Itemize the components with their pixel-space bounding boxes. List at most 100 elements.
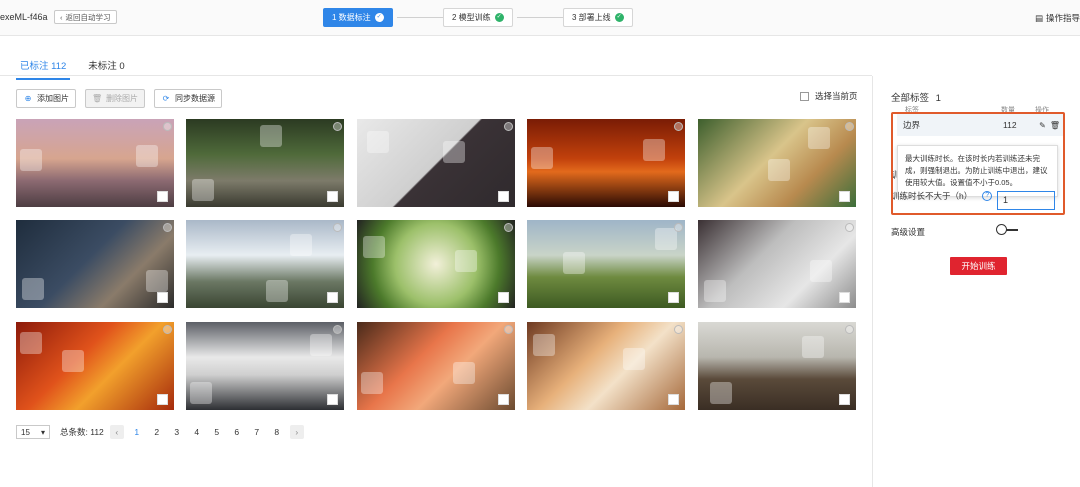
- page-5[interactable]: 5: [210, 427, 224, 437]
- step-label: 2 模型训练: [452, 13, 491, 22]
- image-tile[interactable]: [698, 322, 856, 410]
- image-tile[interactable]: [186, 322, 344, 410]
- puzzle-piece-overlay: [704, 280, 726, 302]
- puzzle-piece-overlay: [22, 278, 44, 300]
- image-tile[interactable]: [527, 119, 685, 207]
- image-checkbox[interactable]: [839, 292, 850, 303]
- image-checkbox[interactable]: [498, 292, 509, 303]
- step-deployment[interactable]: 3 部署上线 ✓: [563, 8, 633, 27]
- puzzle-piece-overlay: [266, 280, 288, 302]
- image-radio[interactable]: [333, 325, 342, 334]
- image-checkbox[interactable]: [668, 394, 679, 405]
- top-bar: exeML-f46a ‹ 返回自动学习 1 数据标注 ✓ 2 模型训练 ✓ 3 …: [0, 0, 1080, 36]
- tabs-divider: [0, 75, 872, 76]
- image-tile[interactable]: [186, 220, 344, 308]
- image-checkbox[interactable]: [498, 394, 509, 405]
- image-radio[interactable]: [333, 223, 342, 232]
- puzzle-piece-overlay: [808, 127, 830, 149]
- tab-unlabeled[interactable]: 未标注 0: [84, 58, 128, 80]
- advanced-settings-toggle[interactable]: [996, 224, 1018, 235]
- image-tile[interactable]: [698, 220, 856, 308]
- page-1[interactable]: 1: [130, 427, 144, 437]
- chevron-left-icon: ‹: [60, 12, 63, 22]
- image-radio[interactable]: [504, 122, 513, 131]
- step-model-training[interactable]: 2 模型训练 ✓: [443, 8, 513, 27]
- image-checkbox[interactable]: [327, 394, 338, 405]
- page-size-select[interactable]: 15 ▾: [16, 425, 50, 439]
- image-radio[interactable]: [674, 223, 683, 232]
- select-current-page[interactable]: 选择当前页: [800, 90, 858, 102]
- image-radio[interactable]: [674, 325, 683, 334]
- image-tile[interactable]: [357, 119, 515, 207]
- page-6[interactable]: 6: [230, 427, 244, 437]
- image-checkbox[interactable]: [157, 191, 168, 202]
- delete-image-label: 删除图片: [106, 94, 138, 103]
- tab-labeled[interactable]: 已标注 112: [16, 58, 71, 80]
- image-radio[interactable]: [674, 122, 683, 131]
- page-7[interactable]: 7: [250, 427, 264, 437]
- plus-circle-icon: ⊕: [24, 93, 32, 103]
- image-checkbox[interactable]: [668, 292, 679, 303]
- image-tile[interactable]: [16, 322, 174, 410]
- image-checkbox[interactable]: [327, 191, 338, 202]
- image-checkbox[interactable]: [839, 394, 850, 405]
- image-radio[interactable]: [845, 325, 854, 334]
- image-checkbox[interactable]: [157, 394, 168, 405]
- next-page-button[interactable]: ›: [289, 425, 304, 439]
- sync-datasource-button[interactable]: ⟳ 同步数据源: [154, 89, 222, 108]
- image-checkbox[interactable]: [157, 292, 168, 303]
- document-icon: ▤: [1034, 12, 1043, 23]
- operation-guide-link[interactable]: ▤ 操作指导: [1035, 12, 1080, 24]
- step-label: 3 部署上线: [572, 13, 611, 22]
- image-checkbox[interactable]: [839, 191, 850, 202]
- check-circle-icon: ✓: [374, 13, 384, 22]
- image-radio[interactable]: [163, 223, 172, 232]
- back-button[interactable]: ‹ 返回自动学习: [54, 10, 117, 24]
- image-tile[interactable]: [186, 119, 344, 207]
- delete-image-button[interactable]: 🗑 删除图片: [85, 89, 145, 108]
- puzzle-piece-overlay: [20, 332, 42, 354]
- add-image-button[interactable]: ⊕ 添加图片: [16, 89, 76, 108]
- sync-datasource-label: 同步数据源: [175, 94, 215, 103]
- step-data-labeling[interactable]: 1 数据标注 ✓: [323, 8, 393, 27]
- image-tile[interactable]: [527, 322, 685, 410]
- image-radio[interactable]: [504, 223, 513, 232]
- total-count: 总条数: 112: [60, 427, 104, 437]
- puzzle-piece-overlay: [533, 334, 555, 356]
- image-radio[interactable]: [163, 325, 172, 334]
- pagination: 15 ▾ 总条数: 112 ‹ 1 2 3 4 5 6 7 8 ›: [16, 425, 304, 439]
- start-training-button[interactable]: 开始训练: [950, 257, 1007, 275]
- image-tile[interactable]: [698, 119, 856, 207]
- puzzle-piece-overlay: [190, 382, 212, 404]
- puzzle-piece-overlay: [136, 145, 158, 167]
- image-tile[interactable]: [16, 220, 174, 308]
- puzzle-piece-overlay: [810, 260, 832, 282]
- image-radio[interactable]: [845, 122, 854, 131]
- trash-icon: 🗑: [92, 93, 103, 103]
- image-tile[interactable]: [357, 220, 515, 308]
- puzzle-piece-overlay: [643, 139, 665, 161]
- image-checkbox[interactable]: [327, 292, 338, 303]
- select-page-checkbox[interactable]: [800, 91, 809, 101]
- image-tile[interactable]: [16, 119, 174, 207]
- puzzle-piece-overlay: [146, 270, 168, 292]
- image-radio[interactable]: [333, 122, 342, 131]
- page-4[interactable]: 4: [190, 427, 204, 437]
- image-tile[interactable]: [527, 220, 685, 308]
- image-checkbox[interactable]: [668, 191, 679, 202]
- puzzle-piece-overlay: [192, 179, 214, 201]
- page-3[interactable]: 3: [170, 427, 184, 437]
- image-radio[interactable]: [163, 122, 172, 131]
- image-radio[interactable]: [504, 325, 513, 334]
- page-2[interactable]: 2: [150, 427, 164, 437]
- image-checkbox[interactable]: [498, 191, 509, 202]
- prev-page-button[interactable]: ‹: [109, 425, 124, 439]
- image-tile[interactable]: [357, 322, 515, 410]
- puzzle-piece-overlay: [361, 372, 383, 394]
- image-radio[interactable]: [845, 223, 854, 232]
- page-8[interactable]: 8: [270, 427, 284, 437]
- all-labels-title: 全部标签 1: [891, 90, 941, 104]
- puzzle-piece-overlay: [455, 250, 477, 272]
- highlight-box: [891, 112, 1065, 215]
- puzzle-piece-overlay: [453, 362, 475, 384]
